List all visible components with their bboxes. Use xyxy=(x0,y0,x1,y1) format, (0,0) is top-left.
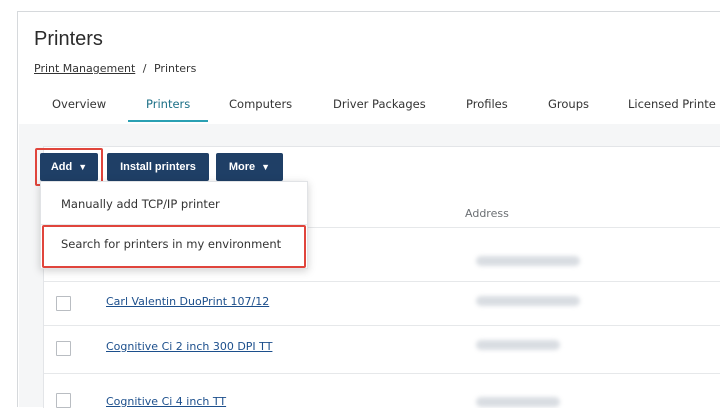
more-button[interactable]: More ▼ xyxy=(216,153,283,181)
breadcrumb-separator: / xyxy=(142,62,147,75)
search-menu-item-highlight xyxy=(42,225,306,268)
address-blurred xyxy=(476,296,580,306)
page-title: Printers xyxy=(34,28,103,50)
printer-link-cognitive-ci-4[interactable]: Cognitive Ci 4 inch TT xyxy=(106,395,226,408)
row-checkbox[interactable] xyxy=(56,296,71,311)
breadcrumb: Print Management / Printers xyxy=(34,62,196,75)
tab-licensed-printers[interactable]: Licensed Printe xyxy=(628,92,716,122)
breadcrumb-print-management[interactable]: Print Management xyxy=(34,62,135,75)
tab-printers[interactable]: Printers xyxy=(127,92,209,122)
address-blurred xyxy=(476,256,580,266)
row-separator xyxy=(44,281,720,282)
row-separator xyxy=(44,325,720,326)
address-blurred xyxy=(476,340,560,350)
column-header-address[interactable]: Address xyxy=(465,207,509,220)
printer-link-carl-valentin[interactable]: Carl Valentin DuoPrint 107/12 xyxy=(106,295,269,308)
breadcrumb-current: Printers xyxy=(153,62,197,75)
tab-driver-packages[interactable]: Driver Packages xyxy=(333,92,426,122)
row-checkbox[interactable] xyxy=(56,341,71,356)
tab-groups[interactable]: Groups xyxy=(548,92,589,122)
menu-item-manual-tcpip[interactable]: Manually add TCP/IP printer xyxy=(61,197,220,211)
tab-computers[interactable]: Computers xyxy=(229,92,292,122)
tab-overview[interactable]: Overview xyxy=(52,92,106,122)
install-printers-button[interactable]: Install printers xyxy=(107,153,209,181)
more-button-label: More xyxy=(228,161,256,173)
tab-profiles[interactable]: Profiles xyxy=(466,92,508,122)
caret-down-icon: ▼ xyxy=(261,162,271,172)
row-separator xyxy=(44,373,720,374)
printer-link-cognitive-ci-2[interactable]: Cognitive Ci 2 inch 300 DPI TT xyxy=(106,340,272,353)
